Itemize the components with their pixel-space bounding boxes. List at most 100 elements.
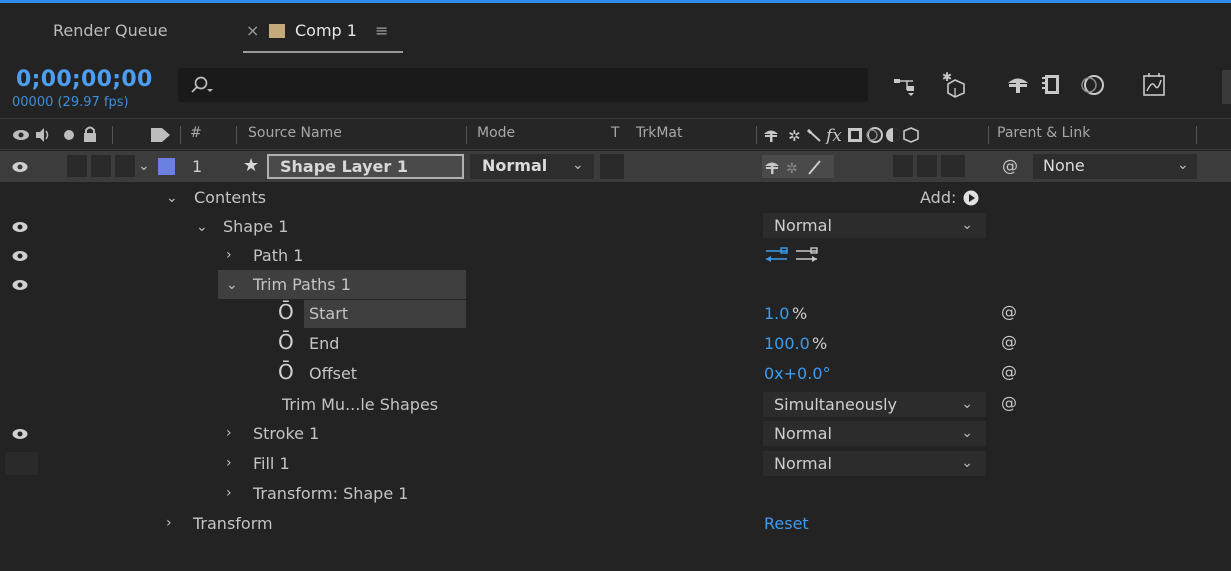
pick-whip-spiral-icon[interactable]: @: [1001, 362, 1017, 381]
transform-label: Transform: [193, 514, 273, 533]
frame-count-display: 00000 (29.97 fps): [12, 95, 129, 110]
layer-mode-dropdown[interactable]: Normal ⌄: [470, 154, 594, 179]
start-unit: %: [792, 304, 808, 323]
parent-dropdown[interactable]: None ⌄: [1033, 154, 1197, 179]
header-divider: [180, 126, 181, 144]
trim-visibility-eye-icon[interactable]: [11, 277, 31, 293]
chevron-down-icon: ⌄: [1177, 157, 1189, 173]
motion-blur-icon[interactable]: [1080, 73, 1106, 97]
layer-label-color-icon[interactable]: [158, 158, 175, 175]
path-label: Path 1: [253, 246, 304, 265]
contents-label: Contents: [194, 188, 266, 207]
stopwatch-icon[interactable]: Ō: [278, 330, 294, 354]
chevron-down-icon: ⌄: [961, 425, 973, 441]
header-t: T: [611, 125, 620, 141]
panel-tab-bar: Render Queue × Comp 1 ≡: [0, 0, 1231, 58]
transform-reset-link[interactable]: Reset: [764, 514, 809, 533]
fill-chevron-icon[interactable]: ›: [226, 455, 232, 471]
current-time-display[interactable]: 0;00;00;00: [16, 67, 153, 92]
label-tag-header-icon[interactable]: [150, 127, 172, 143]
header-divider: [756, 126, 757, 144]
path-visibility-eye-icon[interactable]: [11, 248, 31, 264]
solo-header-icon[interactable]: [63, 129, 75, 141]
fill-mode-dropdown[interactable]: Normal ⌄: [763, 451, 986, 476]
composition-mini-flowchart-icon[interactable]: [893, 74, 919, 96]
transform-shape-chevron-icon[interactable]: ›: [226, 485, 232, 501]
search-input[interactable]: [178, 68, 868, 102]
end-value[interactable]: 100.0: [764, 334, 810, 353]
tab-close-icon[interactable]: ×: [246, 21, 259, 40]
layer-frame-blend-toggle[interactable]: [893, 155, 913, 177]
stopwatch-icon[interactable]: Ō: [278, 360, 294, 384]
path-chevron-icon[interactable]: ›: [226, 247, 232, 263]
chevron-down-icon: ⌄: [961, 455, 973, 471]
start-value[interactable]: 1.0: [764, 304, 789, 323]
layer-solo-toggle[interactable]: [91, 155, 111, 177]
layer-adjustment-toggle[interactable]: [941, 155, 965, 177]
tab-render-queue[interactable]: Render Queue: [53, 21, 168, 40]
graph-editor-icon[interactable]: [1142, 72, 1168, 98]
chevron-down-icon: ⌄: [961, 217, 973, 233]
layer-row-shape-layer-1[interactable]: ⌄ 1 ★ Shape Layer 1 Normal ⌄ ✲ @ None ⌄: [0, 151, 1231, 182]
shape-blend-mode-dropdown[interactable]: Normal ⌄: [763, 213, 986, 238]
fill-mode-value: Normal: [774, 454, 832, 473]
stopwatch-icon[interactable]: Ō: [278, 300, 294, 324]
layer-shy-collapse-quality-switches[interactable]: ✲: [764, 159, 832, 175]
end-unit: %: [812, 334, 828, 353]
shape-layer-star-icon: ★: [243, 155, 260, 176]
layer-number: 1: [192, 157, 203, 176]
header-mode: Mode: [477, 125, 516, 141]
layer-motion-blur-toggle[interactable]: [917, 155, 937, 177]
shy-layers-icon[interactable]: [1006, 73, 1030, 95]
header-number: #: [190, 125, 202, 141]
stroke-mode-value: Normal: [774, 424, 832, 443]
trim-multiple-shapes-dropdown[interactable]: Simultaneously ⌄: [763, 392, 986, 417]
chevron-down-icon: ⌄: [961, 396, 973, 412]
pick-whip-spiral-icon[interactable]: @: [1001, 332, 1017, 351]
pick-whip-spiral-icon[interactable]: @: [1001, 393, 1017, 412]
video-eye-header-icon[interactable]: [12, 128, 30, 142]
stroke-mode-dropdown[interactable]: Normal ⌄: [763, 421, 986, 446]
path-direction-icons[interactable]: [765, 246, 827, 266]
transform-chevron-icon[interactable]: ›: [166, 515, 172, 531]
layer-name: Shape Layer 1: [280, 157, 408, 176]
draft-3d-icon[interactable]: ✱: [942, 70, 968, 98]
tab-comp-1[interactable]: Comp 1: [295, 21, 357, 40]
add-label: Add:: [920, 188, 957, 207]
contents-chevron-icon[interactable]: ⌄: [166, 190, 178, 206]
trim-paths-label: Trim Paths 1: [253, 275, 351, 294]
stroke-chevron-icon[interactable]: ›: [226, 425, 232, 441]
pick-whip-spiral-icon[interactable]: @: [1002, 156, 1018, 175]
trim-multiple-shapes-value: Simultaneously: [774, 395, 898, 414]
svg-text:✲: ✲: [786, 161, 798, 175]
shape-chevron-icon[interactable]: ⌄: [196, 219, 208, 235]
layer-switches-header-icons: ✲ fx: [764, 126, 919, 144]
pick-whip-spiral-icon[interactable]: @: [1001, 302, 1017, 321]
lock-header-icon[interactable]: [82, 125, 98, 143]
header-divider: [112, 126, 113, 144]
add-menu-play-icon[interactable]: [963, 190, 979, 206]
shape-label: Shape 1: [223, 217, 289, 236]
audio-speaker-header-icon[interactable]: [34, 127, 52, 143]
layer-audio-toggle[interactable]: [67, 155, 87, 177]
layer-column-header: # Source Name Mode T TrkMat ✲ fx Parent …: [0, 118, 1231, 150]
header-source-name[interactable]: Source Name: [248, 125, 342, 141]
stroke-visibility-eye-icon[interactable]: [11, 426, 31, 442]
shape-visibility-eye-icon[interactable]: [11, 219, 31, 235]
parent-value: None: [1043, 156, 1085, 175]
header-divider: [236, 126, 237, 144]
search-icon: [191, 76, 213, 93]
header-trkmat: TrkMat: [636, 125, 683, 141]
trim-multiple-shapes-label: Trim Mu...le Shapes: [282, 395, 439, 414]
offset-label: Offset: [309, 364, 358, 383]
layer-t-toggle[interactable]: [600, 154, 624, 179]
frame-blending-icon[interactable]: [1042, 73, 1064, 97]
offset-value[interactable]: 0x+0.0°: [764, 364, 831, 383]
layer-lock-toggle[interactable]: [115, 155, 135, 177]
layer-expand-chevron-icon[interactable]: ⌄: [138, 158, 150, 174]
svg-text:✲: ✲: [788, 127, 801, 144]
fill-visibility-toggle[interactable]: [5, 452, 38, 475]
trim-chevron-icon[interactable]: ⌄: [226, 277, 238, 293]
tab-menu-icon[interactable]: ≡: [375, 21, 388, 40]
layer-visibility-eye-icon[interactable]: [11, 159, 31, 175]
